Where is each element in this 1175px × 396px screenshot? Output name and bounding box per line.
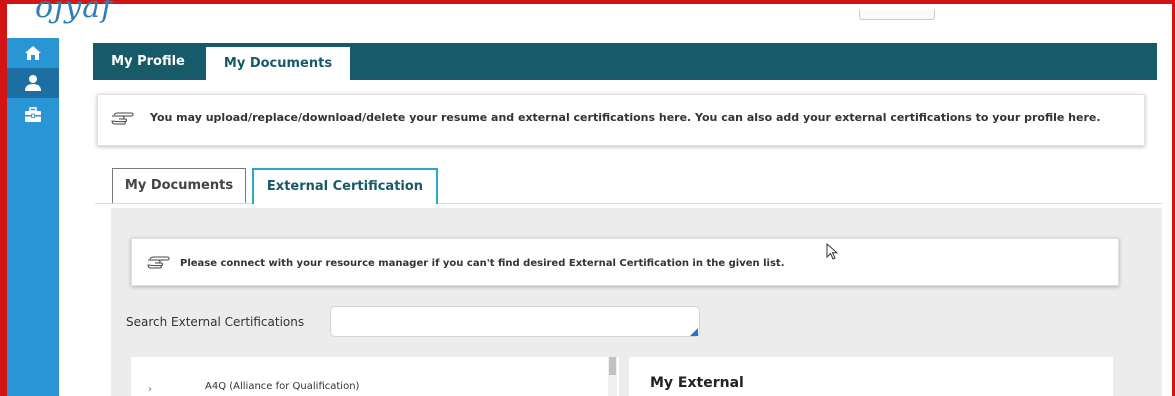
certification-notice: Please connect with your resource manage… [131,238,1119,286]
profile-tab-bar: My Profile My Documents [93,43,1157,80]
resize-handle-icon[interactable] [690,328,698,336]
documents-notice-text: You may upload/replace/download/delete y… [150,111,1101,124]
pointing-hand-icon [146,254,170,273]
pointing-hand-icon [110,110,134,129]
top-dropdown-button[interactable] [859,10,935,20]
chevron-right-icon[interactable]: › [148,384,152,395]
search-label: Search External Certifications [126,315,305,329]
app-logo[interactable]: ojyaf [35,0,113,25]
list-scrollbar-thumb[interactable] [609,357,616,375]
sidebar [7,38,59,396]
list-item[interactable]: A4Q (Alliance for Qualification) [205,381,359,392]
documents-notice: You may upload/replace/download/delete y… [97,94,1145,146]
tab-my-profile[interactable]: My Profile [93,43,203,80]
user-icon[interactable] [7,68,59,98]
certification-notice-text: Please connect with your resource manage… [180,258,785,269]
subtab-my-documents[interactable]: My Documents [112,168,246,203]
home-icon[interactable] [7,38,59,68]
my-external-title: My External [650,375,744,391]
top-bar: ojyaf [7,0,1172,38]
window-frame-left [0,0,7,396]
search-input[interactable] [330,306,700,337]
tab-my-documents[interactable]: My Documents [206,47,350,80]
subtab-external-certification[interactable]: External Certification [252,168,438,204]
mouse-cursor-icon [826,242,839,265]
briefcase-icon[interactable] [7,100,59,130]
